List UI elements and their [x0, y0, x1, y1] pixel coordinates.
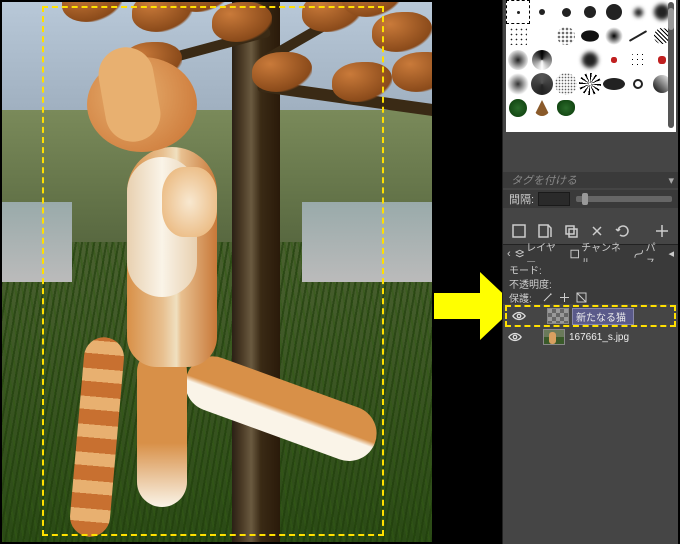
brush-preset[interactable]	[578, 24, 602, 48]
brush-tool-row	[503, 222, 678, 240]
brush-preset[interactable]	[506, 0, 530, 24]
brush-preset[interactable]	[530, 48, 554, 72]
brush-preset[interactable]	[506, 96, 530, 120]
docker-tabs: ‹ レイヤー チャンネル パス ◂	[503, 244, 678, 262]
mode-row[interactable]: モード:	[503, 262, 678, 276]
brush-preset[interactable]	[602, 24, 626, 48]
brush-scrollbar[interactable]	[668, 2, 674, 128]
link-toggle[interactable]	[527, 329, 539, 345]
link-toggle[interactable]	[531, 308, 543, 324]
new-brush-icon[interactable]	[535, 223, 555, 239]
brush-preset[interactable]	[530, 24, 554, 48]
mode-label: モード:	[509, 262, 542, 277]
layer-thumbnail	[543, 329, 565, 345]
spacing-slider[interactable]	[576, 196, 672, 202]
spacing-row: 間隔:	[503, 190, 678, 208]
dock-collapse-icon[interactable]: ‹	[507, 248, 511, 260]
tag-menu-icon[interactable]: ▾	[668, 174, 674, 187]
tag-filter-row[interactable]: タグを付ける ▾	[503, 172, 678, 188]
layer-name-input[interactable]: 新たなる猫	[573, 309, 633, 324]
brush-preset[interactable]	[626, 48, 650, 72]
brush-preset[interactable]	[626, 0, 650, 24]
visibility-toggle[interactable]	[511, 308, 527, 324]
duplicate-brush-icon[interactable]	[561, 223, 581, 239]
docker-menu-icon[interactable]: ◂	[668, 247, 674, 260]
brush-preset[interactable]	[530, 0, 554, 24]
brush-preset[interactable]	[578, 72, 602, 96]
opacity-row[interactable]: 不透明度:	[503, 276, 678, 290]
layer-row[interactable]: 167661_s.jpg	[503, 327, 678, 347]
lock-label: 保護:	[509, 290, 532, 305]
layer-thumbnail	[547, 308, 569, 324]
brush-preset[interactable]	[578, 48, 602, 72]
canvas[interactable]	[2, 2, 432, 542]
brush-zoom-icon[interactable]	[652, 223, 672, 239]
brush-preset[interactable]	[554, 72, 578, 96]
brush-preset[interactable]	[506, 48, 530, 72]
right-dock: タグを付ける ▾ 間隔: ‹ レイヤー チャンネル パス ◂ モード	[502, 0, 678, 544]
layers-list: 新たなる猫 167661_s.jpg	[503, 305, 678, 347]
brush-preset[interactable]	[530, 96, 554, 120]
brush-preset[interactable]	[530, 72, 554, 96]
opacity-label: 不透明度:	[509, 276, 552, 291]
visibility-toggle[interactable]	[507, 329, 523, 345]
brush-preset[interactable]	[602, 48, 626, 72]
brush-preset[interactable]	[626, 24, 650, 48]
brush-preset[interactable]	[554, 0, 578, 24]
brush-preset[interactable]	[626, 72, 650, 96]
lock-pixels-icon[interactable]	[542, 292, 553, 303]
canvas-content	[2, 2, 432, 542]
tag-placeholder: タグを付ける	[511, 172, 577, 188]
lock-row: 保護:	[503, 290, 678, 304]
brush-preset[interactable]	[602, 0, 626, 24]
brush-preset[interactable]	[602, 72, 626, 96]
brush-preset[interactable]	[578, 0, 602, 24]
spacing-label: 間隔:	[509, 191, 534, 207]
spacing-input[interactable]	[538, 192, 570, 206]
refresh-brush-icon[interactable]	[613, 223, 633, 239]
lock-position-icon[interactable]	[559, 292, 570, 303]
brush-preset[interactable]	[506, 24, 530, 48]
delete-brush-icon[interactable]	[587, 223, 607, 239]
brush-preset[interactable]	[506, 72, 530, 96]
brush-preset[interactable]	[554, 96, 578, 120]
brush-preset[interactable]	[554, 48, 578, 72]
brush-preset[interactable]	[554, 24, 578, 48]
lock-alpha-icon[interactable]	[576, 292, 587, 303]
layer-row[interactable]: 新たなる猫	[505, 305, 676, 327]
brush-picker[interactable]	[506, 0, 676, 132]
edit-brush-icon[interactable]	[509, 223, 529, 239]
layer-name-label: 167661_s.jpg	[569, 332, 629, 343]
